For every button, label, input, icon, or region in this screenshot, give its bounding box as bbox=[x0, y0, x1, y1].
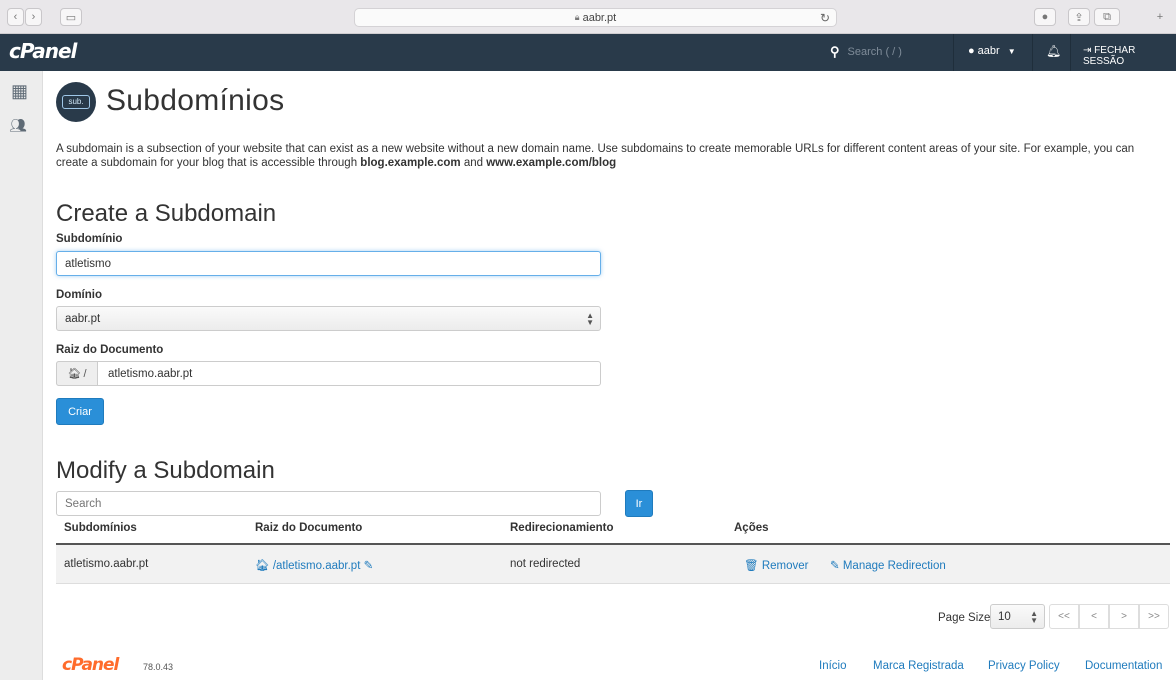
pencil-icon[interactable]: ✎ bbox=[364, 560, 374, 572]
last-page-button[interactable]: >> bbox=[1139, 604, 1169, 629]
page-size-label: Page Size bbox=[938, 612, 991, 624]
docroot-prefix: / bbox=[83, 367, 87, 380]
bell-icon[interactable]: 🔔︎ bbox=[1046, 44, 1061, 58]
footer-link-home[interactable]: Início bbox=[819, 660, 847, 672]
page-title: Subdomínios bbox=[106, 84, 285, 117]
page-description: A subdomain is a subsection of your webs… bbox=[56, 142, 1166, 170]
search-icon: ⚲ bbox=[830, 44, 840, 59]
remove-label: Remover bbox=[761, 560, 809, 572]
docroot-input-value: atletismo.aabr.pt bbox=[108, 367, 193, 380]
home-icon: 🏠︎ bbox=[67, 368, 82, 380]
logout-button[interactable]: ⇥ FECHAR SESSÃO bbox=[1083, 45, 1176, 67]
row-docroot-text: /atletismo.aabr.pt bbox=[272, 560, 361, 572]
page-size-value: 10 bbox=[998, 610, 1011, 623]
column-header-docroot[interactable]: Raiz do Documento bbox=[255, 522, 362, 534]
modify-heading: Modify a Subdomain bbox=[56, 457, 275, 484]
search-input[interactable] bbox=[56, 491, 601, 516]
row-docroot-link[interactable]: 🏠︎ /atletismo.aabr.pt ✎ bbox=[255, 558, 373, 572]
docroot-label: Raiz do Documento bbox=[56, 344, 164, 356]
table-row bbox=[56, 545, 1170, 584]
user-name: aabr bbox=[977, 45, 1000, 57]
column-header-actions: Ações bbox=[734, 522, 769, 534]
row-redirect: not redirected bbox=[510, 558, 581, 570]
trash-icon: 🗑︎ bbox=[744, 560, 759, 572]
pencil-icon: ✎ bbox=[830, 560, 840, 572]
address-text: aabr.pt bbox=[582, 11, 617, 24]
first-page-button[interactable]: << bbox=[1049, 604, 1079, 629]
intro-example-2: www.example.com/blog bbox=[486, 157, 617, 169]
create-button[interactable]: Criar bbox=[56, 398, 104, 425]
header-divider bbox=[1070, 34, 1071, 71]
back-button[interactable]: ‹ bbox=[7, 8, 24, 26]
subdomain-icon: sub. bbox=[56, 82, 96, 122]
subdomain-label: Subdomínio bbox=[56, 233, 123, 245]
domain-select-value: aabr.pt bbox=[65, 312, 101, 325]
footer-link-privacy[interactable]: Privacy Policy bbox=[988, 660, 1060, 672]
header-divider bbox=[953, 34, 954, 71]
domain-select[interactable]: aabr.pt ▲ ▼ bbox=[56, 306, 601, 331]
select-arrows-icon: ▲ ▼ bbox=[1030, 609, 1038, 625]
manage-redirection-link[interactable]: ✎ Manage Redirection bbox=[830, 558, 946, 572]
next-page-button[interactable]: > bbox=[1109, 604, 1139, 629]
tabs-button[interactable]: ⧉ bbox=[1094, 8, 1120, 26]
header-search-placeholder: Search ( / ) bbox=[847, 46, 902, 58]
address-bar[interactable]: 🔒︎ aabr.pt ↻ bbox=[354, 8, 837, 27]
column-header-redirect[interactable]: Redirecionamiento bbox=[510, 522, 614, 534]
left-rail: ▦ 👥︎ bbox=[0, 71, 43, 680]
download-button[interactable]: ● bbox=[1034, 8, 1056, 26]
create-heading: Create a Subdomain bbox=[56, 200, 277, 227]
logout-label: FECHAR SESSÃO bbox=[1083, 45, 1136, 67]
sidebar-toggle-button[interactable]: ▭ bbox=[60, 8, 82, 26]
logout-icon: ⇥ bbox=[1083, 45, 1092, 56]
domain-label: Domínio bbox=[56, 289, 102, 301]
forward-button[interactable]: › bbox=[25, 8, 42, 26]
remove-link[interactable]: 🗑︎ Remover bbox=[744, 558, 808, 572]
subdomain-input[interactable]: atletismo bbox=[56, 251, 601, 276]
lock-icon: 🔒︎ bbox=[574, 12, 580, 22]
column-header-subdomains[interactable]: Subdomínios bbox=[64, 522, 137, 534]
docroot-input[interactable]: atletismo.aabr.pt bbox=[56, 361, 601, 386]
footer-link-trademarks[interactable]: Marca Registrada bbox=[873, 660, 964, 672]
docroot-addon: 🏠︎ / bbox=[56, 361, 98, 386]
cpanel-logo[interactable]: cPanel bbox=[9, 39, 77, 63]
page-size-select[interactable]: 10 ▲ ▼ bbox=[990, 604, 1045, 629]
footer-link-documentation[interactable]: Documentation bbox=[1085, 660, 1162, 672]
users-icon[interactable]: 👥︎ bbox=[9, 117, 27, 134]
chevron-down-icon: ▼ bbox=[1007, 46, 1016, 56]
intro-example-1: blog.example.com bbox=[360, 157, 461, 169]
header-search[interactable]: ⚲ Search ( / ) bbox=[830, 44, 902, 60]
subdomain-icon-tag: sub. bbox=[62, 95, 90, 109]
new-tab-button[interactable]: + bbox=[1150, 8, 1170, 26]
footer-cpanel-logo[interactable]: cPanel bbox=[62, 655, 119, 675]
user-icon: ● bbox=[968, 45, 975, 57]
reload-icon[interactable]: ↻ bbox=[820, 11, 830, 25]
manage-redirection-label: Manage Redirection bbox=[842, 560, 946, 572]
prev-page-button[interactable]: < bbox=[1079, 604, 1109, 629]
user-menu[interactable]: ● aabr ▼ bbox=[968, 45, 1016, 57]
share-button[interactable]: ⇪ bbox=[1068, 8, 1090, 26]
subdomain-input-value: atletismo bbox=[65, 257, 112, 270]
header-divider bbox=[1032, 34, 1033, 71]
grid-icon[interactable]: ▦ bbox=[11, 81, 28, 102]
browser-toolbar: ‹ › ▭ 🔒︎ aabr.pt ↻ ● ⇪ ⧉ + bbox=[0, 0, 1176, 34]
footer-version: 78.0.43 bbox=[143, 662, 174, 672]
intro-and: and bbox=[460, 157, 487, 169]
cpanel-header: cPanel ⚲ Search ( / ) ● aabr ▼ 🔔︎ ⇥ FECH… bbox=[0, 34, 1176, 71]
select-arrows-icon: ▲ ▼ bbox=[586, 311, 594, 327]
home-icon: 🏠︎ bbox=[255, 560, 270, 572]
row-subdomain: atletismo.aabr.pt bbox=[64, 558, 149, 570]
go-button[interactable]: Ir bbox=[625, 490, 653, 517]
